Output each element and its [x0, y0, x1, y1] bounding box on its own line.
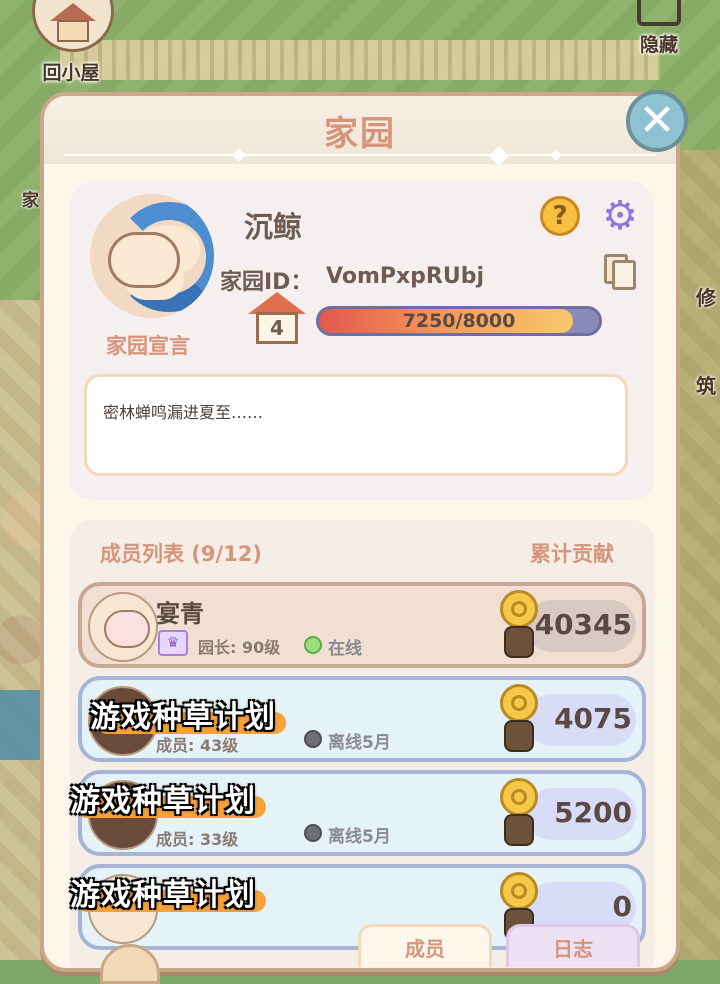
- background-fence: [60, 40, 660, 80]
- background-right-label-repair: 修: [696, 286, 716, 310]
- level-house-icon: 4: [248, 292, 306, 346]
- background-left-label: 家: [22, 191, 39, 211]
- member-status: 离线5月: [328, 733, 391, 753]
- title-divider: [64, 154, 656, 156]
- home-icon: [32, 0, 114, 52]
- homestead-id-value: VomPxpRUbj: [326, 264, 485, 289]
- homestead-info-card: 家园宣言 沉鲸 ? ⚙ 家园ID： VomPxpRUbj 4 7250/8000…: [70, 182, 654, 500]
- snail-icon: [496, 684, 542, 756]
- home-button-label: 回小屋: [42, 62, 100, 84]
- member-contribution: 5200: [554, 796, 632, 829]
- member-avatar: [88, 592, 158, 662]
- member-status: 离线5月: [328, 827, 391, 847]
- offline-status-icon: [304, 730, 322, 748]
- watermark-text: 游戏种草计划: [70, 878, 256, 913]
- crown-icon: ♛: [158, 630, 188, 656]
- hide-icon: [637, 0, 681, 26]
- watermark-text: 游戏种草计划: [70, 784, 256, 819]
- homestead-name: 沉鲸: [244, 210, 303, 244]
- hide-button-label: 隐藏: [639, 34, 678, 56]
- homestead-panel: 家园 家园宣言 沉鲸 ? ⚙ 家园ID： VomPxpRUbj 4 7250/8…: [40, 92, 680, 972]
- home-button[interactable]: 回小屋: [26, 0, 116, 86]
- members-list-header: 成员列表 (9/12): [100, 542, 263, 566]
- experience-progress-text: 7250/8000: [402, 310, 516, 332]
- offline-status-icon: [304, 824, 322, 842]
- contribution-header: 累计贡献: [530, 542, 614, 566]
- background-right-label-build: 筑: [696, 374, 716, 398]
- experience-progress-bar: 7250/8000: [316, 306, 602, 336]
- snail-icon: [496, 778, 542, 850]
- homestead-level: 4: [256, 312, 298, 344]
- member-contribution: 40345: [534, 608, 632, 641]
- tab-members[interactable]: 成员: [358, 924, 492, 967]
- watermark-text: 游戏种草计划: [90, 700, 276, 735]
- declaration-label: 家园宣言: [106, 334, 190, 358]
- online-status-icon: [304, 636, 322, 654]
- copy-icon[interactable]: [604, 254, 638, 292]
- panel-title: 家园: [324, 114, 396, 154]
- tab-log[interactable]: 日志: [506, 924, 640, 967]
- help-icon[interactable]: ?: [540, 196, 580, 236]
- member-contribution: 4075: [554, 702, 632, 735]
- member-status: 在线: [328, 639, 362, 659]
- member-role: 园长: 90级: [198, 638, 281, 657]
- panel-title-bar: 家园: [44, 96, 676, 166]
- member-role: 成员: 33级: [156, 830, 239, 849]
- member-contribution: 0: [612, 890, 632, 923]
- close-button[interactable]: ✕: [626, 90, 688, 152]
- close-icon: ✕: [638, 95, 676, 146]
- declaration-text: 密林蝉鸣漏进夏至……: [103, 403, 264, 422]
- gear-icon[interactable]: ⚙: [598, 194, 642, 238]
- homestead-avatar[interactable]: [90, 194, 214, 318]
- member-row[interactable]: 宴青 ♛ 园长: 90级 在线 40345: [78, 582, 646, 668]
- hide-button[interactable]: 隐藏: [628, 0, 690, 62]
- declaration-box[interactable]: 密林蝉鸣漏进夏至……: [84, 374, 628, 476]
- member-name: 宴青: [156, 600, 204, 628]
